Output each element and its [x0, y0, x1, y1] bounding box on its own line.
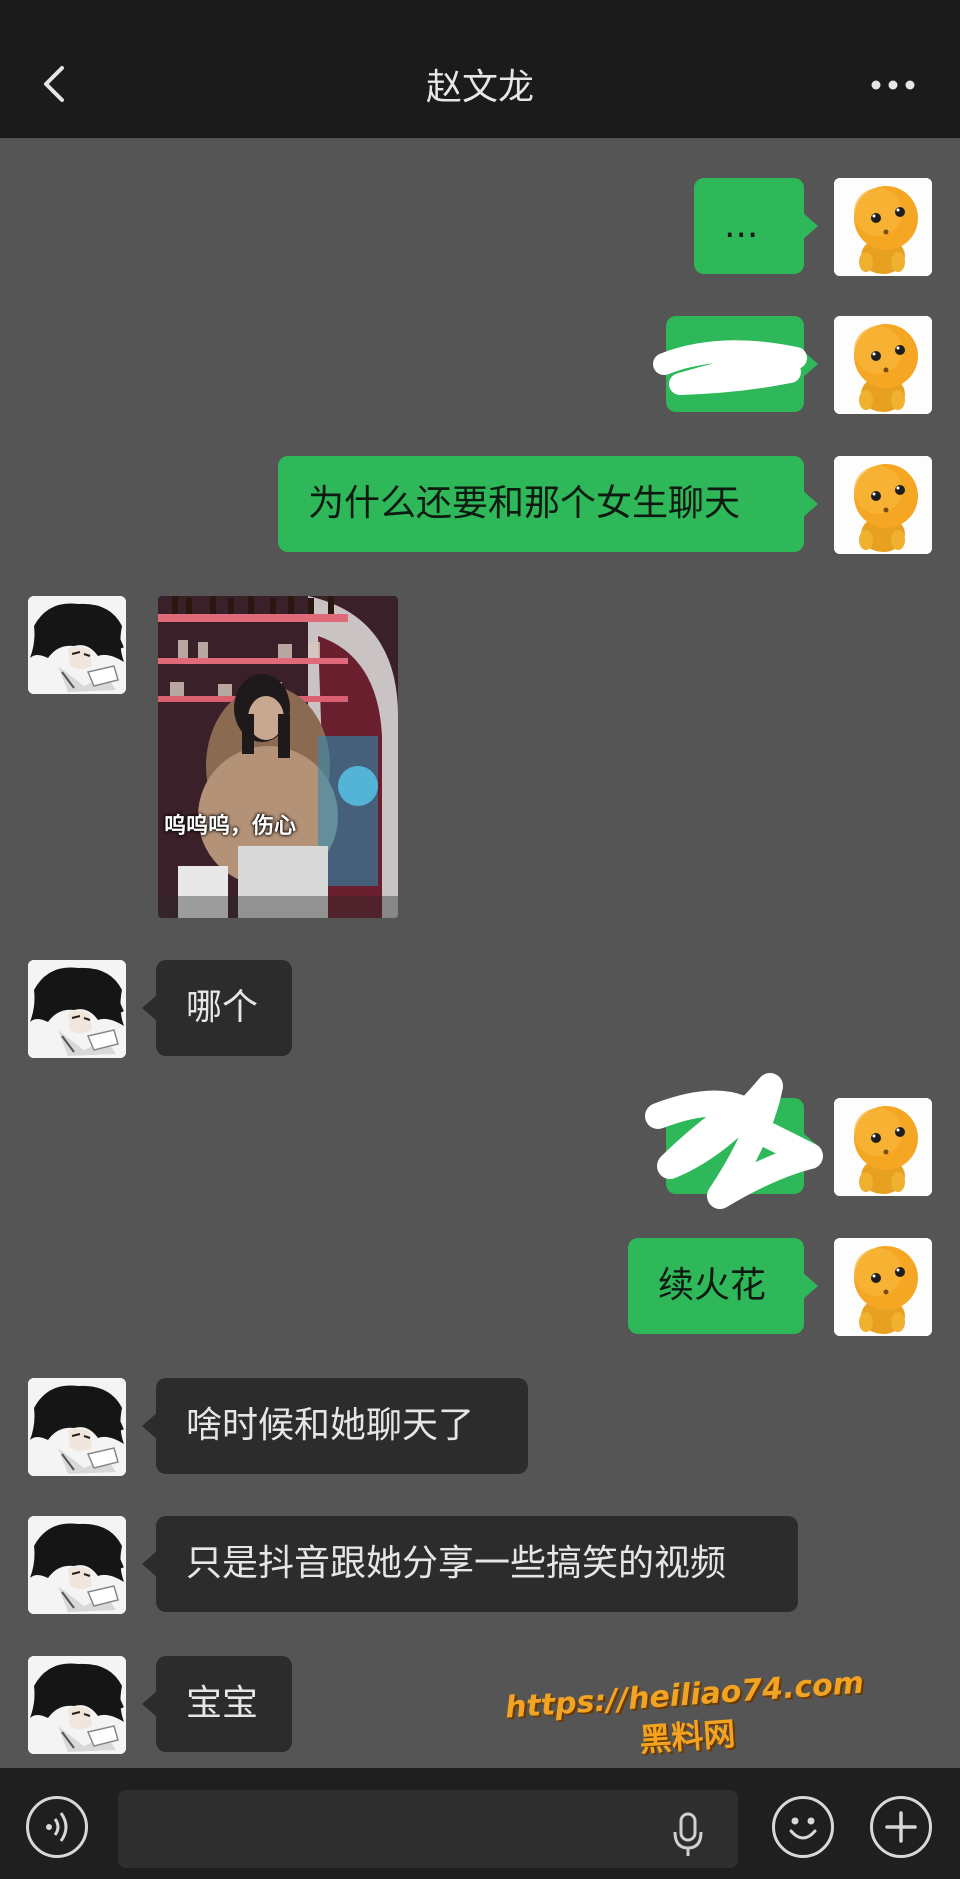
- message-text: 续火花: [658, 1265, 767, 1306]
- message-text: 啥时候和她聊天了: [186, 1405, 475, 1446]
- chat-title: 赵文龙: [425, 67, 534, 108]
- image-message[interactable]: 呜呜呜，伤心: [158, 596, 398, 918]
- voice-input-button[interactable]: [26, 1796, 88, 1858]
- message-bubble-received[interactable]: 哪个: [142, 960, 292, 1056]
- message-bubble-sent[interactable]: ...: [694, 178, 818, 274]
- contact-avatar[interactable]: [28, 1656, 126, 1754]
- message-bubble-received[interactable]: 只是抖音跟她分享一些搞笑的视频: [142, 1516, 798, 1612]
- my-avatar[interactable]: [834, 178, 932, 276]
- message-text: 宝宝: [186, 1683, 259, 1724]
- voice-icon: [46, 1812, 68, 1842]
- message-bubble-sent[interactable]: 为什么还要和那个女生聊天: [278, 456, 818, 552]
- photo-image: [158, 596, 398, 918]
- contact-avatar[interactable]: [28, 1516, 126, 1614]
- emoji-button[interactable]: [772, 1796, 834, 1858]
- message-bubble-received[interactable]: 啥时候和她聊天了: [142, 1378, 528, 1474]
- input-bar: [0, 1768, 960, 1879]
- message-text: 只是抖音跟她分享一些搞笑的视频: [186, 1543, 727, 1584]
- message-text: 哪个: [186, 987, 259, 1028]
- image-caption: 呜呜呜，伤心: [164, 814, 297, 839]
- message-bubble-sent[interactable]: 续火花: [628, 1238, 818, 1334]
- top-bar: 赵文龙: [0, 0, 960, 138]
- microphone-icon[interactable]: [670, 1812, 706, 1858]
- more-dots-icon[interactable]: [868, 70, 918, 100]
- more-actions-button[interactable]: [870, 1796, 932, 1858]
- message-input[interactable]: [118, 1790, 738, 1868]
- redaction-scribble: [653, 340, 807, 395]
- my-avatar[interactable]: [834, 1098, 932, 1196]
- message-list[interactable]: ... 为什么还要和那个女生聊天 呜呜呜，伤心 哪个 续火花 啥时候和她聊天了 …: [0, 138, 960, 1768]
- contact-avatar[interactable]: [28, 1378, 126, 1476]
- my-avatar[interactable]: [834, 456, 932, 554]
- redaction-scribble: [645, 1073, 823, 1209]
- message-text: 为什么还要和那个女生聊天: [308, 483, 741, 524]
- contact-avatar[interactable]: [28, 960, 126, 1058]
- message-bubble-received[interactable]: 宝宝: [142, 1656, 292, 1752]
- message-text: ...: [724, 205, 759, 246]
- my-avatar[interactable]: [834, 316, 932, 414]
- contact-avatar[interactable]: [28, 596, 126, 694]
- emoji-icon: [789, 1817, 817, 1840]
- plus-icon: [885, 1811, 917, 1843]
- my-avatar[interactable]: [834, 1238, 932, 1336]
